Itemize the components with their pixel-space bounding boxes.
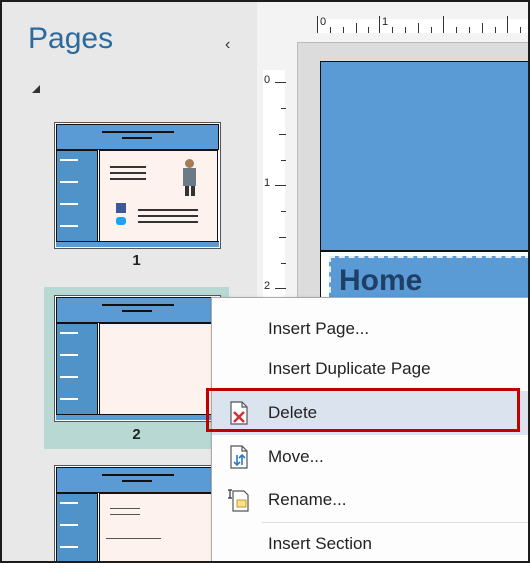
ruler-number: 1 bbox=[264, 177, 271, 189]
ruler-number: 0 bbox=[264, 74, 271, 86]
menu-item-label: Move... bbox=[268, 447, 324, 466]
page-thumbnail-1[interactable] bbox=[54, 122, 221, 249]
ruler-number: 2 bbox=[264, 280, 271, 292]
horizontal-ruler[interactable]: 0 1 bbox=[257, 2, 528, 43]
menu-item-move[interactable]: Move... bbox=[212, 435, 528, 479]
menu-item-label: Rename... bbox=[268, 490, 347, 509]
page-number-1: 1 bbox=[132, 252, 141, 269]
menu-item-label: Insert Page... bbox=[268, 319, 370, 338]
home-text-box[interactable]: Home bbox=[329, 256, 528, 303]
collapse-pane-button[interactable]: ‹ bbox=[225, 36, 230, 54]
banner-shape[interactable] bbox=[321, 62, 528, 252]
menu-item-insert-duplicate-page[interactable]: Insert Duplicate Page bbox=[212, 347, 528, 391]
delete-callout-outline bbox=[206, 388, 520, 432]
section-caret-icon[interactable] bbox=[32, 85, 40, 93]
move-page-icon bbox=[228, 445, 250, 469]
page-thumbnail-2[interactable] bbox=[54, 295, 221, 422]
twitter-icon bbox=[116, 217, 126, 225]
pane-title: Pages bbox=[28, 22, 114, 55]
thumb-header bbox=[56, 124, 219, 150]
rename-page-icon bbox=[228, 488, 250, 512]
page-number-2: 2 bbox=[132, 426, 141, 443]
menu-item-rename[interactable]: Rename... bbox=[212, 478, 528, 522]
menu-item-insert-page[interactable]: Insert Page... bbox=[212, 307, 528, 351]
ruler-number: 1 bbox=[382, 16, 389, 28]
ruler-number: 0 bbox=[320, 16, 327, 28]
home-heading: Home bbox=[339, 264, 423, 297]
publisher-window: Pages ‹ 1 2 0 1 0 1 2 Home Insert Page..… bbox=[0, 0, 530, 563]
menu-item-insert-section[interactable]: Insert Section bbox=[212, 522, 528, 561]
facebook-icon bbox=[116, 203, 126, 213]
page-thumbnail-3[interactable] bbox=[54, 465, 221, 561]
person-illustration-icon bbox=[178, 157, 200, 197]
menu-item-label: Insert Section bbox=[268, 534, 372, 553]
thumb-sidebar bbox=[56, 150, 98, 243]
menu-item-label: Insert Duplicate Page bbox=[268, 359, 431, 378]
thumb-content bbox=[99, 150, 218, 243]
